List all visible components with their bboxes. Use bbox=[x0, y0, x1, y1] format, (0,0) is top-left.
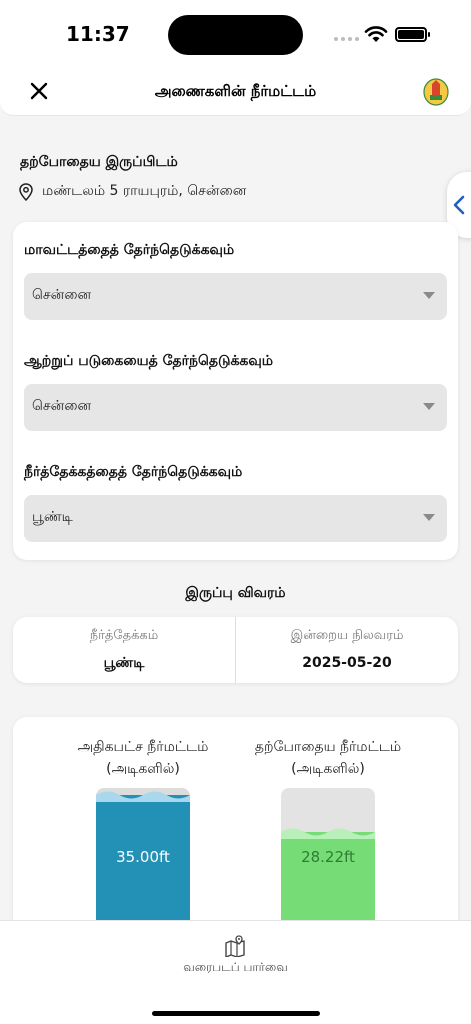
current-location-address: மண்டலம் 5 ராயபுரம், சென்னை bbox=[42, 183, 247, 199]
river-basin-select[interactable]: சென்னை bbox=[24, 384, 447, 431]
reservoir-info-label: நீர்த்தேக்கம் bbox=[89, 628, 159, 643]
max-level-title-line2: (அடிகளில்) bbox=[106, 761, 180, 777]
max-level-title: அதிகபட்ச நீர்மட்டம் (அடிகளில்) bbox=[53, 736, 233, 780]
date-info-label: இன்றைய நிலவரம் bbox=[290, 628, 404, 643]
caret-down-icon bbox=[423, 514, 435, 521]
status-bar: 11:37 bbox=[0, 0, 471, 68]
app-header: அணைகளின் நீர்மட்டம் bbox=[0, 68, 471, 116]
chevron-left-icon bbox=[453, 195, 465, 215]
battery-icon bbox=[395, 27, 430, 42]
current-location: மண்டலம் 5 ராயபுரம், சென்னை bbox=[18, 183, 246, 201]
details-card: நீர்த்தேக்கம் பூண்டி இன்றைய நிலவரம் 2025… bbox=[13, 617, 458, 683]
reservoir-select[interactable]: பூண்டி bbox=[24, 495, 447, 542]
tamil-nadu-emblem-icon bbox=[423, 78, 449, 106]
max-level-value: 35.00ft bbox=[116, 848, 170, 866]
wave-icon bbox=[281, 828, 375, 839]
reservoir-select-value: பூண்டி bbox=[32, 509, 73, 525]
wifi-icon bbox=[364, 26, 388, 42]
home-indicator bbox=[152, 1011, 320, 1016]
filter-card: மாவட்டத்தைத் தேர்ந்தெடுக்கவும் சென்னை ஆற… bbox=[13, 222, 458, 560]
caret-down-icon bbox=[423, 292, 435, 299]
bottom-nav: வரைபடப் பார்வை bbox=[0, 920, 471, 1024]
river-basin-select-value: சென்னை bbox=[32, 398, 92, 414]
district-label: மாவட்டத்தைத் தேர்ந்தெடுக்கவும் bbox=[24, 242, 235, 258]
dynamic-island bbox=[168, 15, 303, 55]
status-time: 11:37 bbox=[66, 22, 130, 46]
current-level-title-line2: (அடிகளில்) bbox=[291, 761, 365, 777]
max-level-title-line1: அதிகபட்ச நீர்மட்டம் bbox=[77, 739, 209, 755]
wave-icon bbox=[96, 791, 190, 802]
district-select[interactable]: சென்னை bbox=[24, 273, 447, 320]
date-info-value: 2025-05-20 bbox=[302, 655, 392, 671]
current-level-value: 28.22ft bbox=[301, 848, 355, 866]
signal-icon bbox=[334, 37, 359, 41]
reservoir-info-value: பூண்டி bbox=[103, 655, 145, 671]
reservoir-info: நீர்த்தேக்கம் பூண்டி bbox=[13, 617, 235, 683]
reservoir-label: நீர்த்தேக்கத்தைத் தேர்ந்தெடுக்கவும் bbox=[24, 464, 243, 480]
page-title: அணைகளின் நீர்மட்டம் bbox=[154, 82, 317, 100]
details-heading: இருப்பு விவரம் bbox=[185, 585, 286, 601]
river-basin-label: ஆற்றுப் படுகையைத் தேர்ந்தெடுக்கவும் bbox=[24, 353, 274, 369]
district-select-value: சென்னை bbox=[32, 287, 92, 303]
map-view-icon[interactable] bbox=[224, 935, 246, 957]
map-view-label[interactable]: வரைபடப் பார்வை bbox=[0, 960, 471, 976]
current-level-title-line1: தற்போதைய நீர்மட்டம் bbox=[254, 739, 402, 755]
caret-down-icon bbox=[423, 403, 435, 410]
current-level-title: தற்போதைய நீர்மட்டம் (அடிகளில்) bbox=[238, 736, 418, 780]
date-info: இன்றைய நிலவரம் 2025-05-20 bbox=[236, 617, 458, 683]
location-pin-icon bbox=[19, 183, 33, 201]
current-location-label: தற்போதைய இருப்பிடம் bbox=[20, 154, 178, 170]
